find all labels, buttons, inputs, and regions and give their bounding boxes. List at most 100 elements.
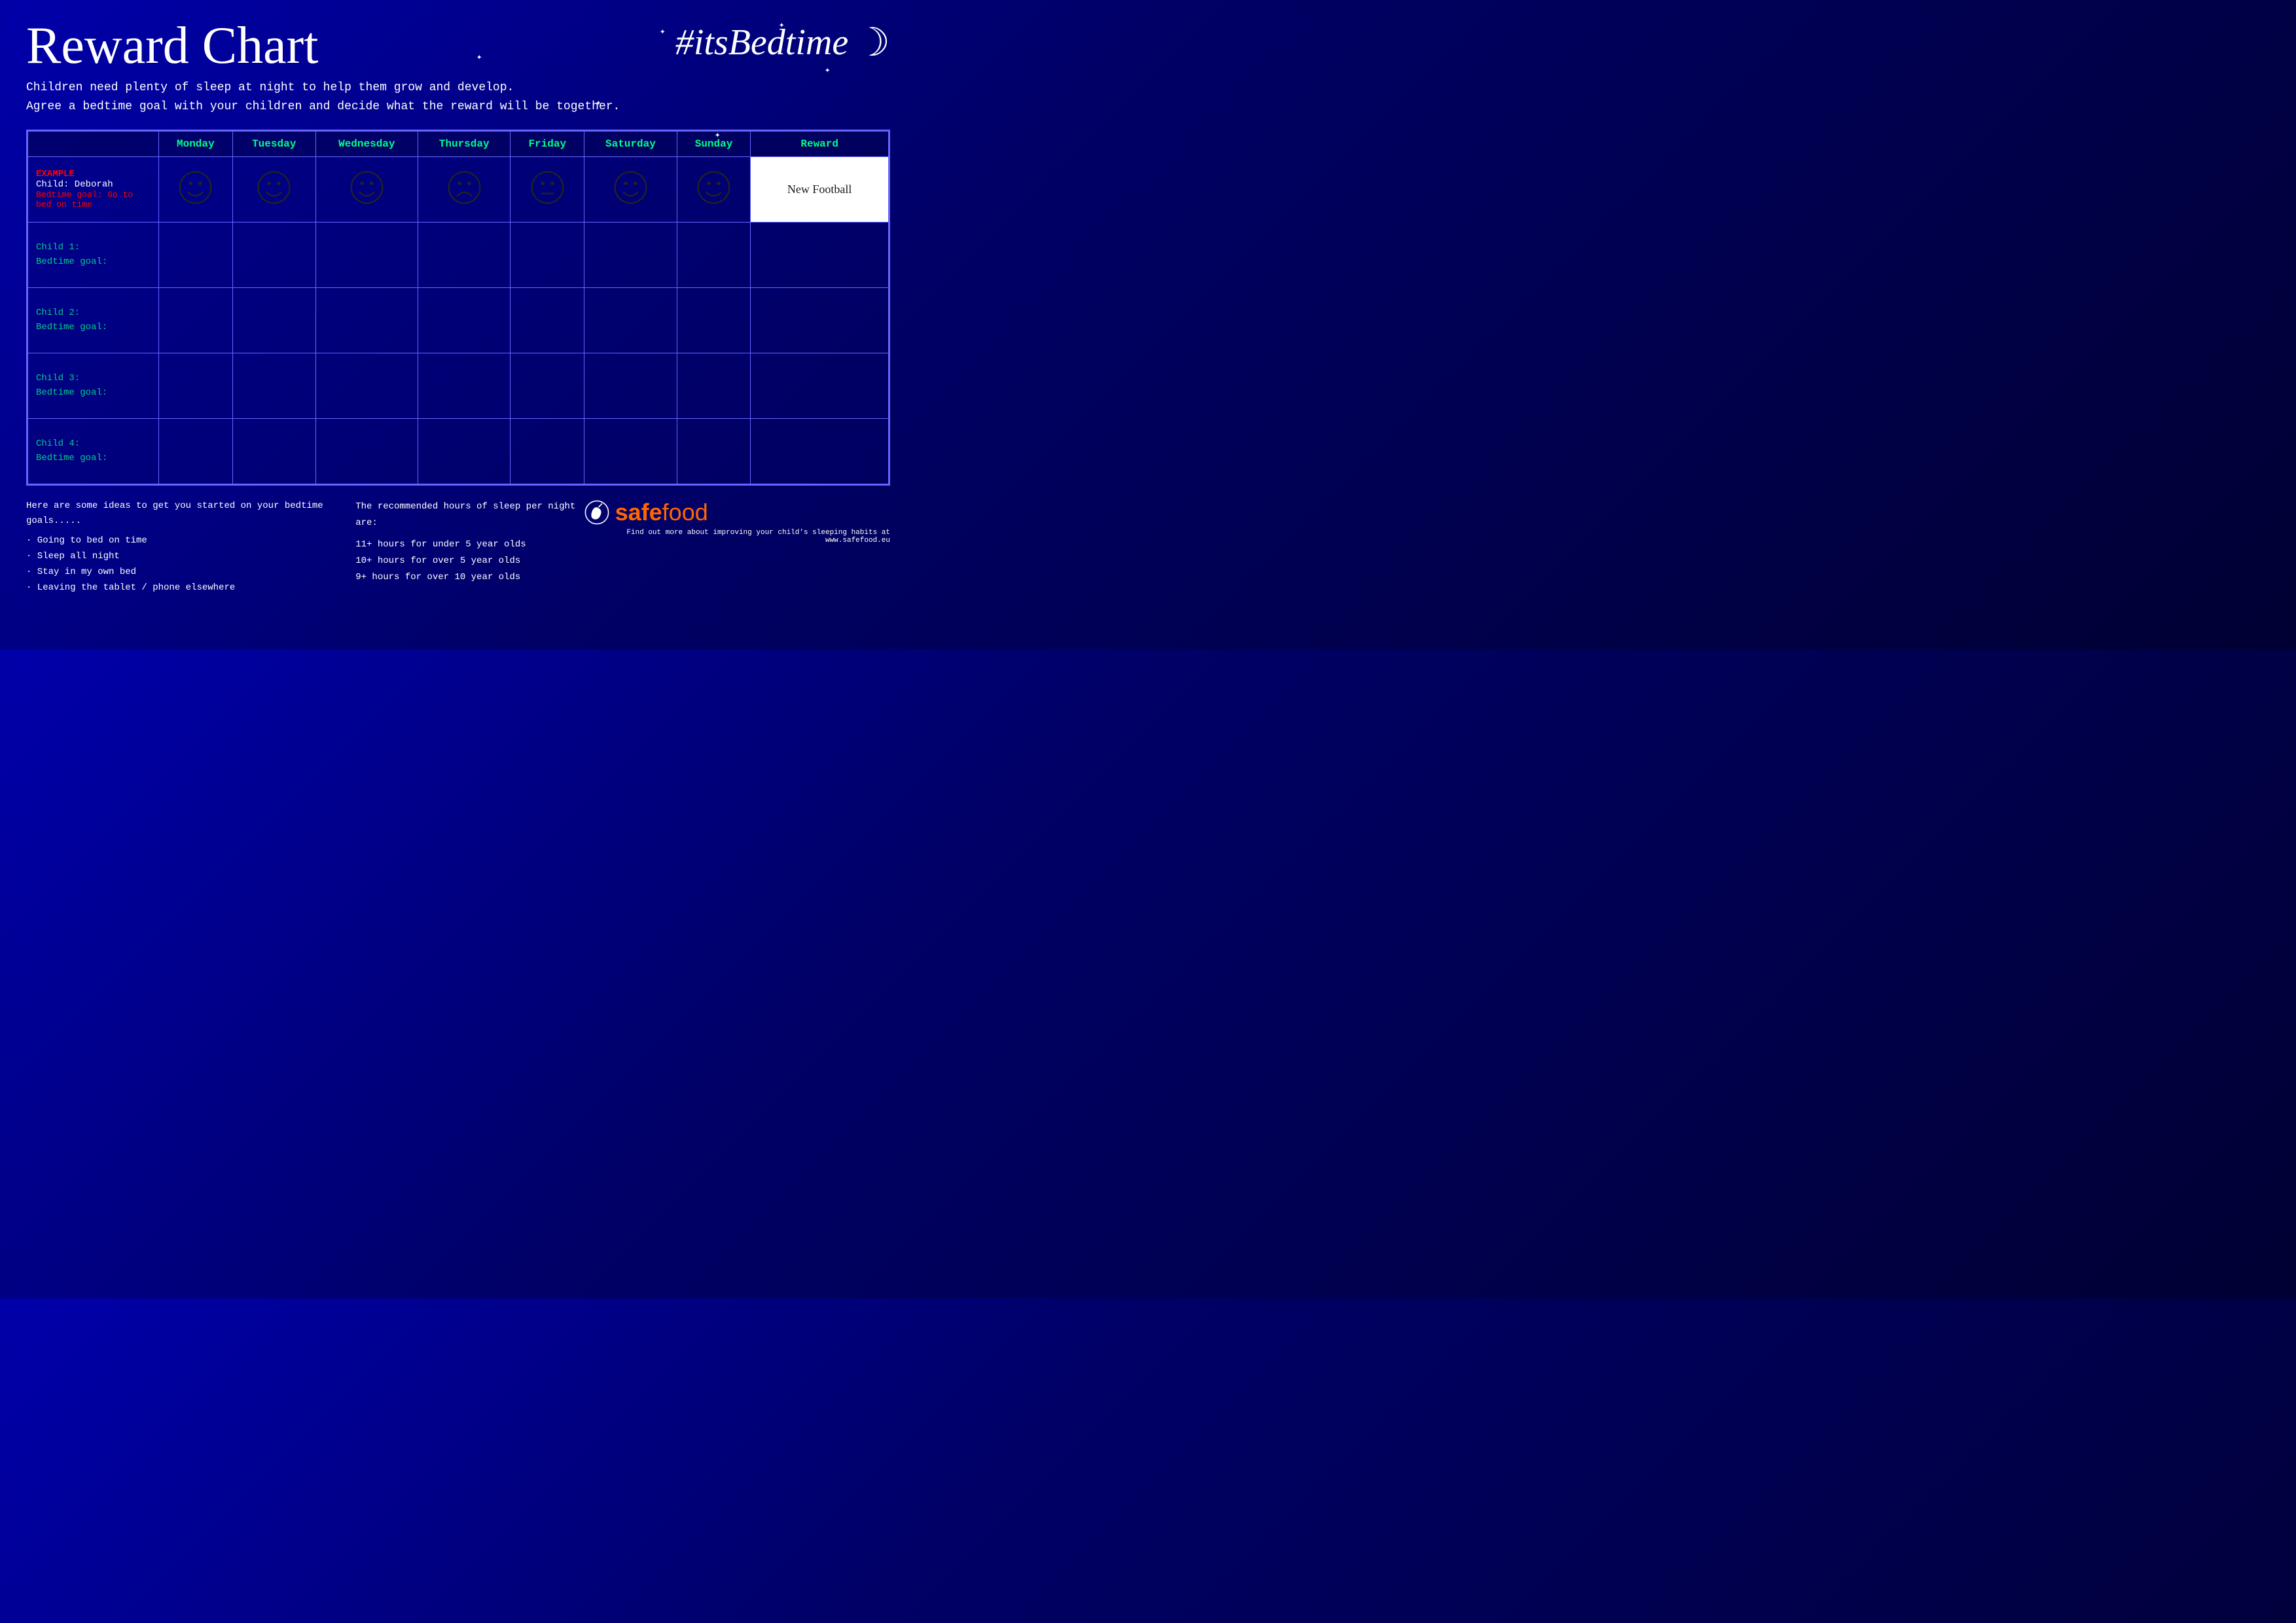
footer-website: Find out more about improving your child…	[584, 529, 890, 544]
child1-reward	[751, 222, 889, 287]
child3-row: Child 3: Bedtime goal:	[28, 353, 889, 418]
child4-monday	[159, 418, 233, 484]
col-header-monday: Monday	[159, 131, 233, 156]
page-footer: Here are some ideas to get you started o…	[26, 499, 890, 596]
idea-1: · Going to bed on time	[26, 533, 355, 549]
child2-goal: Bedtime goal:	[36, 322, 153, 332]
example-saturday-cell	[584, 156, 677, 222]
child2-row: Child 2: Bedtime goal:	[28, 287, 889, 353]
child3-info-cell: Child 3: Bedtime goal:	[28, 353, 159, 418]
child4-info-cell: Child 4: Bedtime goal:	[28, 418, 159, 484]
moon-icon: ☽	[855, 20, 890, 65]
example-reward-cell: New Football	[751, 156, 889, 222]
happy-face-monday	[177, 169, 213, 205]
col-header-reward: Reward	[751, 131, 889, 156]
child2-monday	[159, 287, 233, 353]
child2-friday	[511, 287, 584, 353]
happy-face-saturday	[613, 169, 649, 205]
hashtag-block: #itsBedtime ☽	[675, 20, 890, 65]
happy-face-wednesday	[349, 169, 385, 205]
example-monday-cell	[159, 156, 233, 222]
page-title: Reward Chart	[26, 20, 319, 72]
child1-friday	[511, 222, 584, 287]
example-tuesday-cell	[232, 156, 315, 222]
example-sunday-cell	[677, 156, 751, 222]
child4-row: Child 4: Bedtime goal:	[28, 418, 889, 484]
child4-label: Child 4:	[36, 438, 153, 449]
example-friday-cell	[511, 156, 584, 222]
example-label: EXAMPLE	[36, 169, 153, 179]
col-header-wednesday: Wednesday	[315, 131, 418, 156]
sad-face-thursday	[446, 169, 482, 205]
example-child: Child: Deborah	[36, 179, 153, 190]
ideas-title: Here are some ideas to get you started o…	[26, 499, 355, 530]
reward-table: Monday Tuesday Wednesday Thursday Friday…	[27, 131, 889, 484]
child1-info-cell: Child 1: Bedtime goal:	[28, 222, 159, 287]
child2-reward	[751, 287, 889, 353]
child3-monday	[159, 353, 233, 418]
child3-goal: Bedtime goal:	[36, 387, 153, 398]
child1-goal: Bedtime goal:	[36, 257, 153, 267]
child2-thursday	[418, 287, 511, 353]
neutral-face-friday	[529, 169, 565, 205]
safefood-logo-block: safefood	[584, 499, 890, 526]
child2-saturday	[584, 287, 677, 353]
col-header-friday: Friday	[511, 131, 584, 156]
child3-label: Child 3:	[36, 373, 153, 383]
page-header: Reward Chart #itsBedtime ☽	[26, 20, 890, 72]
child3-tuesday	[232, 353, 315, 418]
footer-sleep: The recommended hours of sleep per night…	[355, 499, 583, 586]
sleep-hours-3: 9+ hours for over 10 year olds	[355, 569, 583, 586]
subtitle-line1: Children need plenty of sleep at night t…	[26, 79, 890, 98]
col-header-tuesday: Tuesday	[232, 131, 315, 156]
child4-tuesday	[232, 418, 315, 484]
table-header-row: Monday Tuesday Wednesday Thursday Friday…	[28, 131, 889, 156]
example-reward-text: New Football	[780, 177, 860, 201]
child4-wednesday	[315, 418, 418, 484]
child1-row: Child 1: Bedtime goal:	[28, 222, 889, 287]
child4-saturday	[584, 418, 677, 484]
child1-label: Child 1:	[36, 242, 153, 253]
example-row: EXAMPLE Child: Deborah Bedtime goal: Go …	[28, 156, 889, 222]
sleep-hours-1: 11+ hours for under 5 year olds	[355, 537, 583, 553]
child2-wednesday	[315, 287, 418, 353]
col-header-sunday: Sunday	[677, 131, 751, 156]
sleep-hours-2: 10+ hours for over 5 year olds	[355, 553, 583, 569]
safe-part: safe	[615, 499, 662, 526]
child3-saturday	[584, 353, 677, 418]
idea-3: · Stay in my own bed	[26, 565, 355, 580]
child2-sunday	[677, 287, 751, 353]
child3-reward	[751, 353, 889, 418]
child1-saturday	[584, 222, 677, 287]
child2-info-cell: Child 2: Bedtime goal:	[28, 287, 159, 353]
safefood-logo-icon	[584, 499, 610, 526]
example-wednesday-cell	[315, 156, 418, 222]
child1-sunday	[677, 222, 751, 287]
subtitle-line2: Agree a bedtime goal with your children …	[26, 98, 890, 116]
happy-face-tuesday	[256, 169, 292, 205]
child4-thursday	[418, 418, 511, 484]
footer-logo: safefood Find out more about improving y…	[584, 499, 890, 544]
example-goal: Bedtime goal: Go to bed on time	[36, 190, 153, 209]
sleep-title: The recommended hours of sleep per night…	[355, 499, 583, 531]
child2-tuesday	[232, 287, 315, 353]
child3-sunday	[677, 353, 751, 418]
idea-2: · Sleep all night	[26, 549, 355, 565]
example-thursday-cell	[418, 156, 511, 222]
child4-goal: Bedtime goal:	[36, 453, 153, 463]
footer-ideas: Here are some ideas to get you started o…	[26, 499, 355, 596]
title-block: Reward Chart	[26, 20, 319, 72]
safefood-text: safefood	[615, 499, 708, 526]
child1-wednesday	[315, 222, 418, 287]
idea-4: · Leaving the tablet / phone elsewhere	[26, 580, 355, 596]
col-header-saturday: Saturday	[584, 131, 677, 156]
child3-wednesday	[315, 353, 418, 418]
child4-sunday	[677, 418, 751, 484]
child4-reward	[751, 418, 889, 484]
child3-thursday	[418, 353, 511, 418]
subtitle-block: Children need plenty of sleep at night t…	[26, 79, 890, 116]
child1-thursday	[418, 222, 511, 287]
food-part: food	[662, 499, 708, 526]
happy-face-sunday	[696, 169, 732, 205]
child3-friday	[511, 353, 584, 418]
